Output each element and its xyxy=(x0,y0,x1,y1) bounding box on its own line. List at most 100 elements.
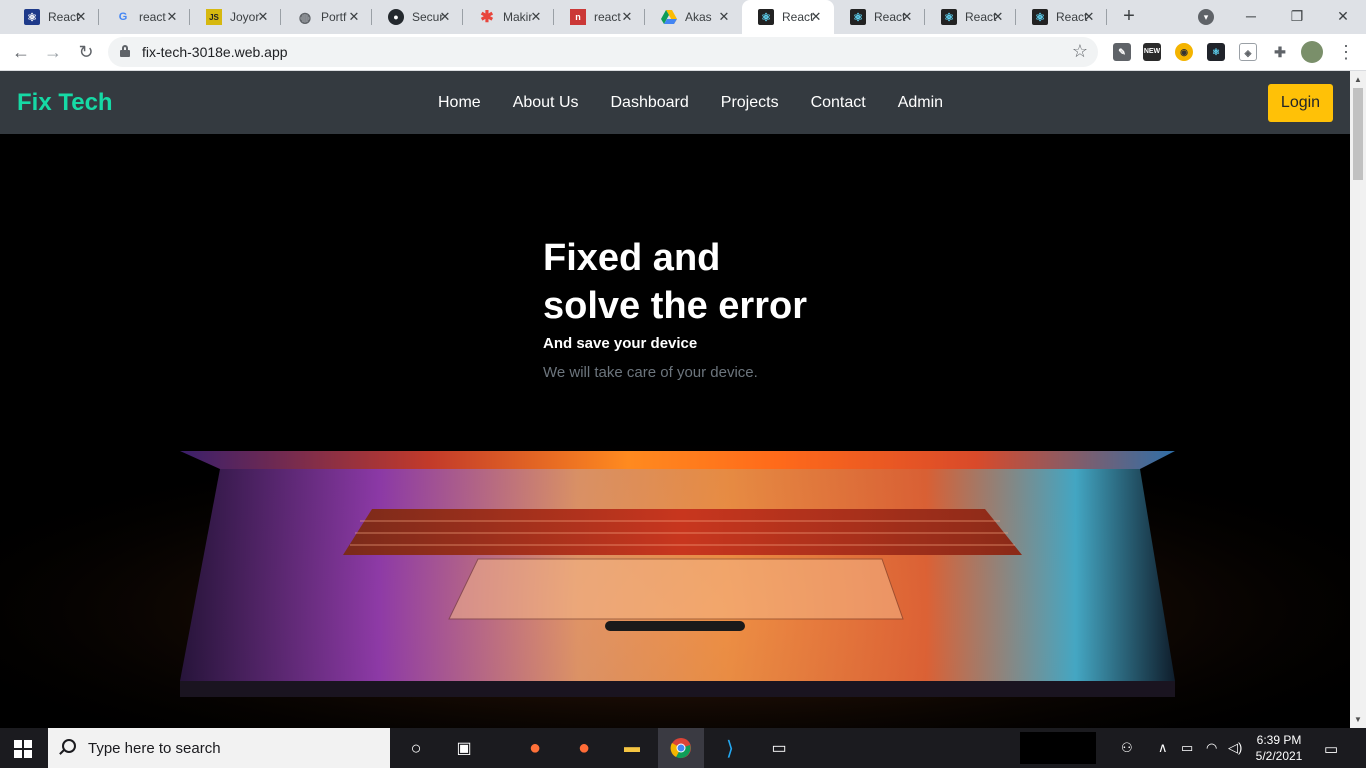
site-navbar: Fix Tech Home About Us Dashboard Project… xyxy=(0,71,1350,134)
laptop-hero-image xyxy=(0,431,1350,728)
hero-title-line2: solve the error xyxy=(543,285,807,327)
browser-tab[interactable]: ⚛ React ✕ xyxy=(8,0,99,34)
browser-tab[interactable]: ✱ Makir ✕ xyxy=(463,0,554,34)
browser-tab[interactable]: ● Secur ✕ xyxy=(372,0,463,34)
search-icon xyxy=(62,739,76,753)
close-tab-icon[interactable]: ✕ xyxy=(808,9,824,25)
close-tab-icon[interactable]: ✕ xyxy=(990,9,1006,25)
page-scrollbar[interactable]: ▲ ▼ xyxy=(1350,71,1366,728)
task-view-icon[interactable]: ▣ xyxy=(452,736,476,760)
extension-new-icon[interactable]: NEW xyxy=(1143,43,1161,61)
url-text[interactable]: fix-tech-3018e.web.app xyxy=(142,44,288,60)
chrome-taskbar-icon[interactable] xyxy=(658,728,704,768)
react-devtools-icon[interactable]: ⚛ xyxy=(1207,43,1225,61)
browser-tab[interactable]: G react ✕ xyxy=(99,0,190,34)
close-tab-icon[interactable]: ✕ xyxy=(164,9,180,25)
react-icon: ⚛ xyxy=(941,9,957,25)
close-window-button[interactable]: ✕ xyxy=(1320,0,1366,34)
close-tab-icon[interactable]: ✕ xyxy=(528,9,544,25)
clock-time: 6:39 PM xyxy=(1256,733,1302,747)
extension-pen-icon[interactable]: ✎ xyxy=(1113,43,1131,61)
google-icon: G xyxy=(118,11,128,23)
browser-tab[interactable]: ⚛ React ✕ xyxy=(1016,0,1107,34)
people-icon[interactable]: ⚇ xyxy=(1121,740,1133,756)
react-blue-icon: ⚛ xyxy=(24,9,40,25)
browser-tab[interactable]: Akas ✕ xyxy=(645,0,742,34)
close-tab-icon[interactable]: ✕ xyxy=(73,9,89,25)
cortana-icon[interactable]: ○ xyxy=(404,736,428,760)
close-tab-icon[interactable]: ✕ xyxy=(899,9,915,25)
asterisk-icon: ✱ xyxy=(480,9,494,26)
close-tab-icon[interactable]: ✕ xyxy=(346,9,362,25)
browser-toolbar: ← → ↻ fix-tech-3018e.web.app ☆ ✎ NEW ◉ ⚛… xyxy=(0,34,1366,71)
bookmark-star-icon[interactable]: ☆ xyxy=(1072,41,1088,62)
close-tab-icon[interactable]: ✕ xyxy=(716,9,732,25)
show-hidden-icons[interactable]: ∧ xyxy=(1158,740,1168,756)
taskbar-search-box[interactable]: Type here to search xyxy=(48,728,390,768)
new-tab-button[interactable]: + xyxy=(1117,5,1141,29)
windows-taskbar: Type here to search ○ ▣ ● ● ▬ ⟩ ▭ ⚇ ∧ ▭ … xyxy=(0,728,1366,768)
volume-icon[interactable]: ◁) xyxy=(1228,740,1242,756)
close-tab-icon[interactable]: ✕ xyxy=(437,9,453,25)
close-tab-icon[interactable]: ✕ xyxy=(1081,9,1097,25)
taskbar-preview-box xyxy=(1020,732,1096,764)
browser-tab-strip: ⚛ React ✕ G react ✕ JS Joyor ✕ ◍ Portf ✕… xyxy=(0,0,1366,34)
extension-new-label: NEW xyxy=(1143,48,1161,55)
browser-tab[interactable]: n react ✕ xyxy=(554,0,645,34)
brand-logo[interactable]: Fix Tech xyxy=(17,89,113,117)
nav-contact[interactable]: Contact xyxy=(795,94,882,112)
terminal-icon[interactable]: ▭ xyxy=(767,736,791,760)
browser-tab-active[interactable]: ⚛ React ✕ xyxy=(742,0,834,34)
windows-start-icon[interactable] xyxy=(14,740,32,758)
shield-icon[interactable]: ◈ xyxy=(1239,43,1257,61)
hero-subtitle: And save your device xyxy=(543,335,698,352)
file-explorer-icon[interactable]: ▬ xyxy=(620,736,644,760)
tab-label: Akas xyxy=(685,10,712,24)
back-arrow-icon[interactable]: ← xyxy=(8,39,34,65)
address-bar[interactable]: fix-tech-3018e.web.app ☆ xyxy=(108,37,1098,67)
profile-avatar[interactable] xyxy=(1301,41,1323,63)
extension-glasses-icon[interactable]: ◉ xyxy=(1175,43,1193,61)
chrome-icon xyxy=(670,738,691,759)
wifi-icon[interactable]: ◠ xyxy=(1206,740,1217,756)
nav-home[interactable]: Home xyxy=(422,94,497,112)
vscode-icon[interactable]: ⟩ xyxy=(718,736,742,760)
react-icon: ⚛ xyxy=(1032,9,1048,25)
browser-tab[interactable]: ⚛ React ✕ xyxy=(925,0,1016,34)
forward-arrow-icon[interactable]: → xyxy=(40,39,66,65)
hero-title-line1: Fixed and xyxy=(543,237,721,279)
nav-about-us[interactable]: About Us xyxy=(497,94,595,112)
nav-links: Home About Us Dashboard Projects Contact… xyxy=(422,71,959,134)
browser-tab[interactable]: ⚛ React ✕ xyxy=(834,0,925,34)
login-button[interactable]: Login xyxy=(1268,84,1333,122)
chrome-menu-icon[interactable]: ⋮ xyxy=(1333,39,1359,65)
reload-icon[interactable]: ↻ xyxy=(73,39,99,65)
google-drive-icon xyxy=(661,9,677,25)
postman-icon[interactable]: ● xyxy=(572,736,596,760)
scrollbar-thumb[interactable] xyxy=(1353,88,1363,180)
minimize-button[interactable]: ─ xyxy=(1228,0,1274,34)
system-clock[interactable]: 6:39 PM 5/2/2021 xyxy=(1252,732,1306,764)
lock-icon[interactable] xyxy=(120,45,130,57)
battery-icon[interactable]: ▭ xyxy=(1181,740,1193,756)
nav-admin[interactable]: Admin xyxy=(882,94,959,112)
scroll-down-icon[interactable]: ▼ xyxy=(1354,715,1362,724)
tab-search-icon[interactable]: ▾ xyxy=(1198,9,1214,25)
hero-title: Fixed and solve the error xyxy=(543,234,807,330)
close-tab-icon[interactable]: ✕ xyxy=(255,9,271,25)
notifications-icon[interactable]: ▭ xyxy=(1324,740,1338,758)
browser-tab[interactable]: ◍ Portf ✕ xyxy=(281,0,372,34)
nav-projects[interactable]: Projects xyxy=(705,94,795,112)
taskbar-search-placeholder[interactable]: Type here to search xyxy=(88,740,221,757)
clock-date: 5/2/2021 xyxy=(1255,749,1303,763)
browser-tab[interactable]: JS Joyor ✕ xyxy=(190,0,281,34)
scroll-up-icon[interactable]: ▲ xyxy=(1354,75,1362,84)
firefox-icon[interactable]: ● xyxy=(523,736,547,760)
tab-separator xyxy=(1106,9,1107,25)
restore-button[interactable]: ❐ xyxy=(1274,0,1320,34)
extensions-puzzle-icon[interactable]: ✚ xyxy=(1271,43,1289,61)
close-tab-icon[interactable]: ✕ xyxy=(619,9,635,25)
npm-icon: n xyxy=(570,9,586,25)
nav-dashboard[interactable]: Dashboard xyxy=(595,94,705,112)
react-icon: ⚛ xyxy=(758,9,774,25)
